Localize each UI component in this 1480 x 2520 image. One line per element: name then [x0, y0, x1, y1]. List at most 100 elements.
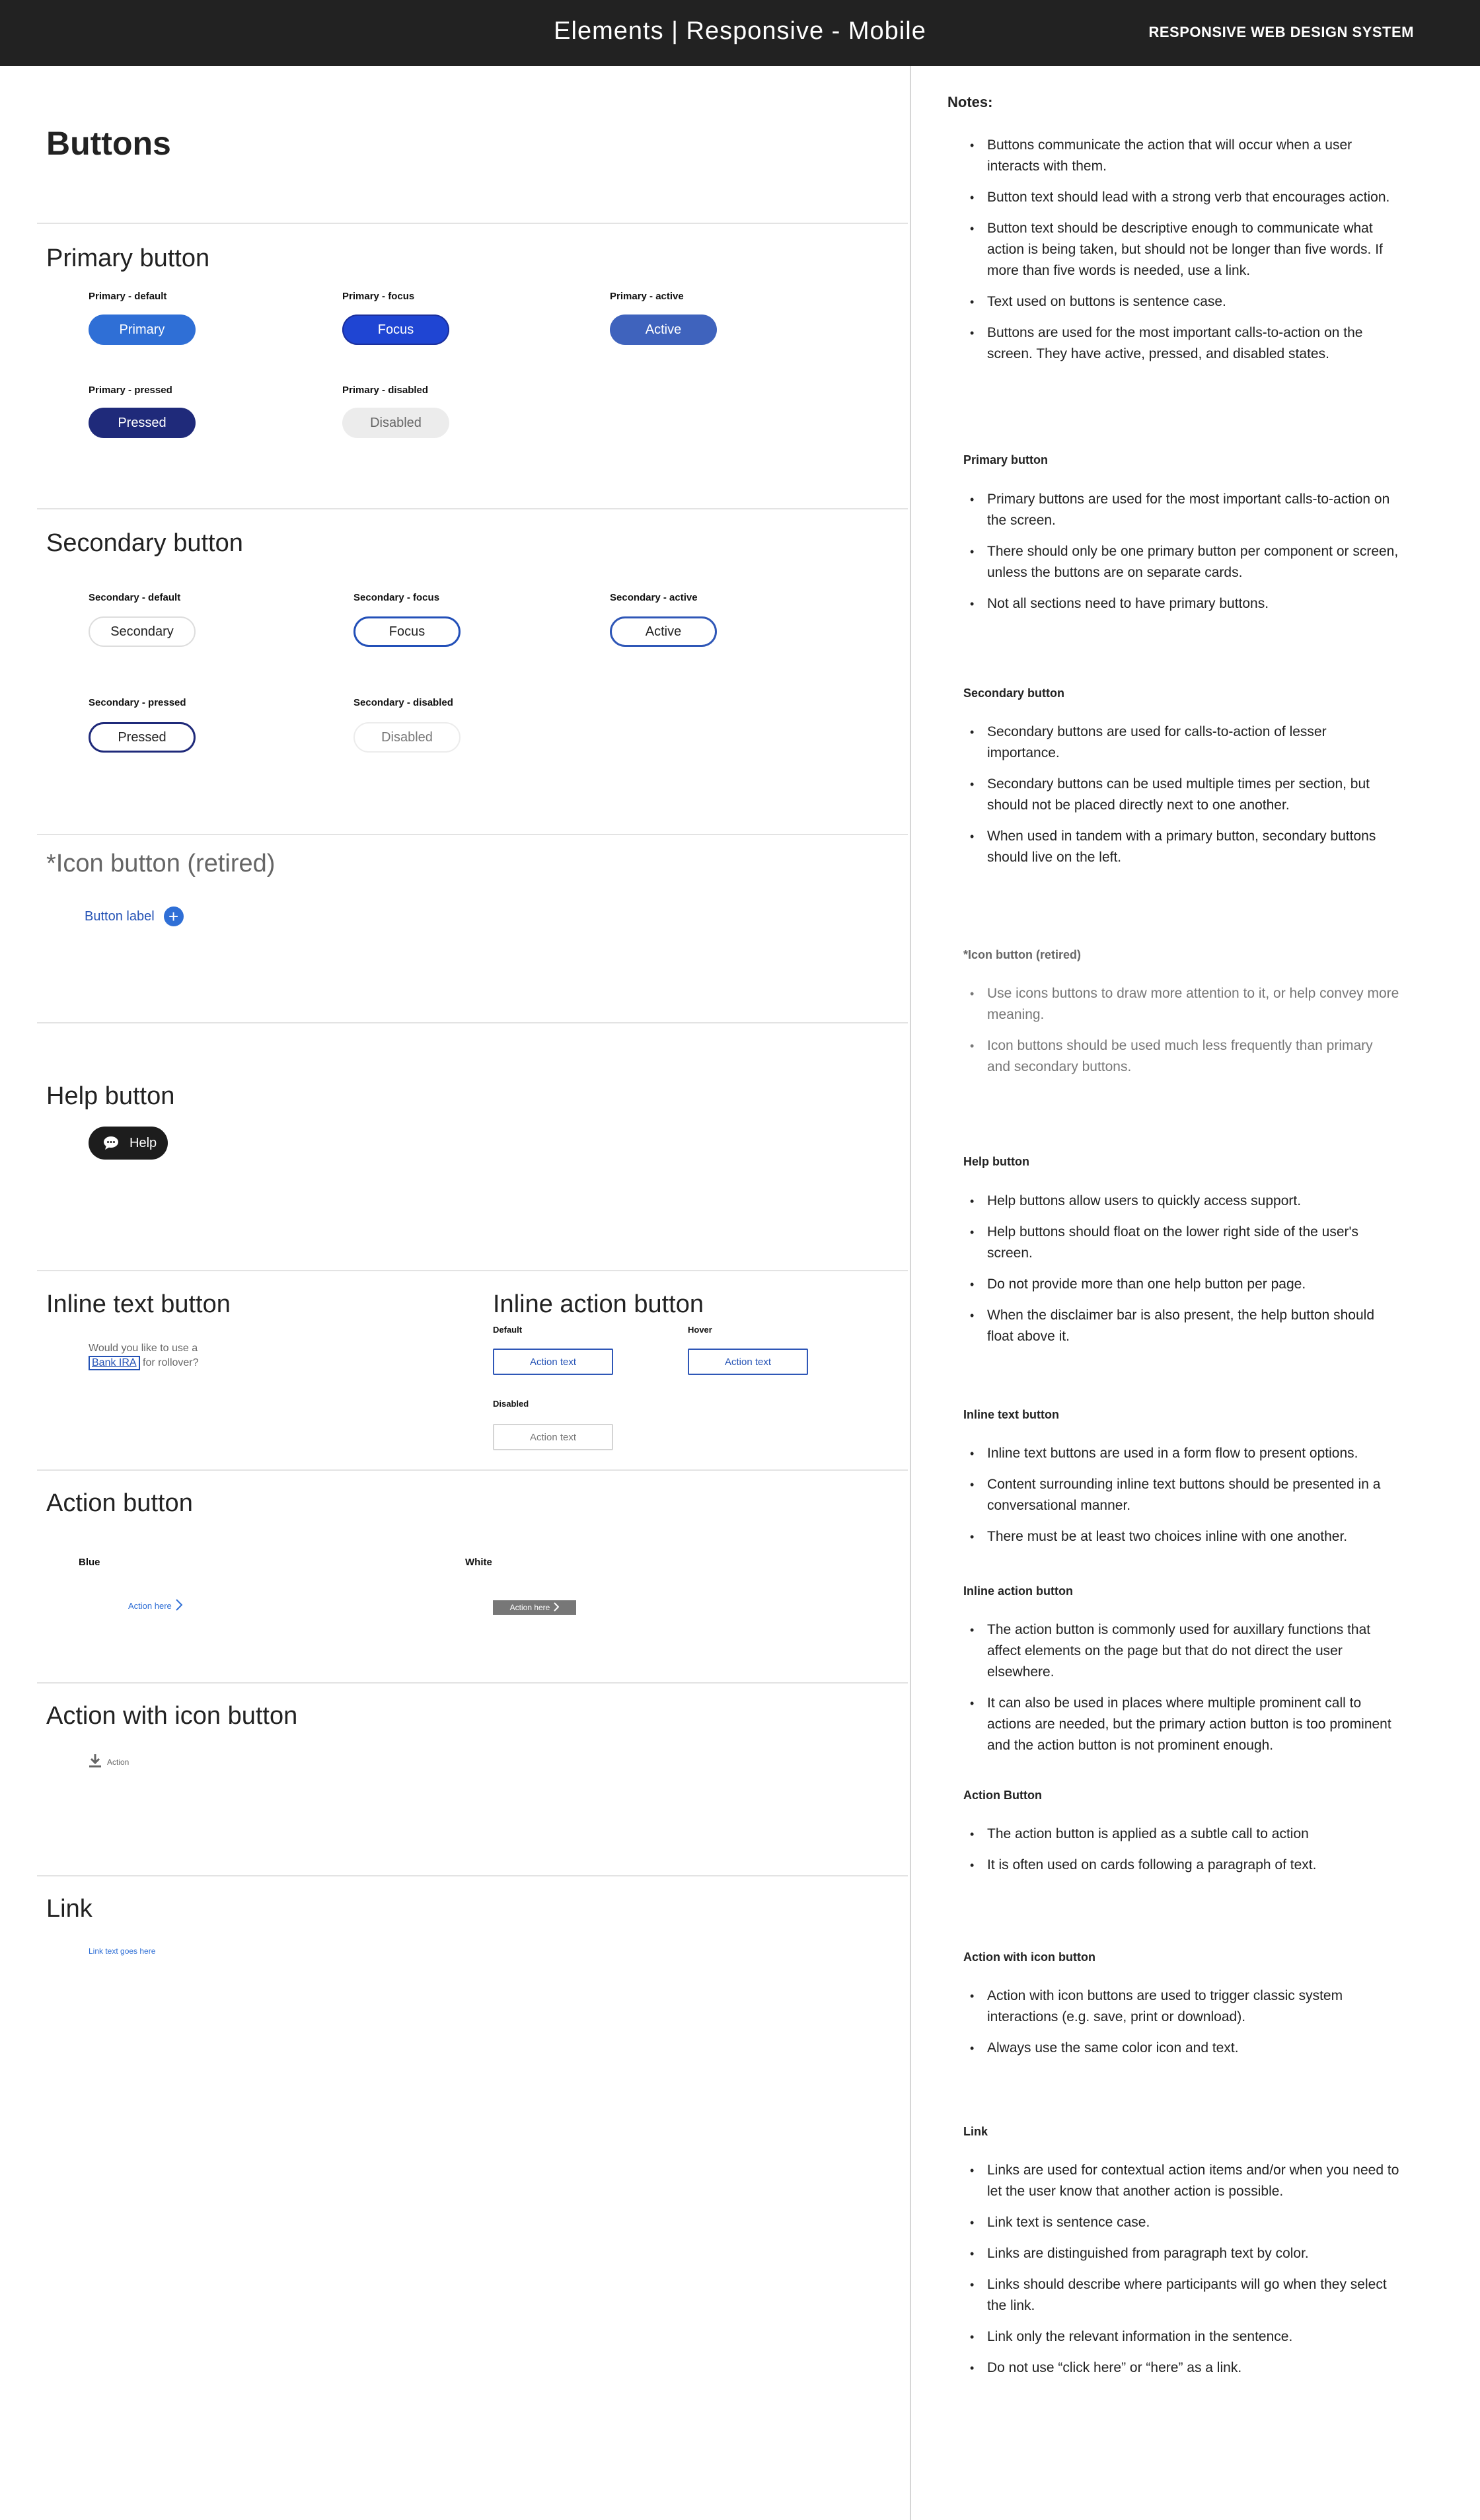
primary-focus-button[interactable]: Focus — [342, 315, 449, 345]
notes-action-icon-title: Action with icon button — [963, 1950, 1095, 1964]
notes-secondary-list: Secondary buttons are used for calls-to-… — [963, 722, 1399, 878]
action-with-icon-label: Action — [107, 1757, 130, 1767]
notes-inline-text-title: Inline text button — [963, 1408, 1059, 1421]
list-item: Link only the relevant information in th… — [963, 2326, 1399, 2348]
section-divider — [37, 834, 908, 835]
section-divider — [37, 1022, 908, 1023]
list-item: Do not provide more than one help button… — [963, 1274, 1399, 1295]
notes-link-list: Links are used for contextual action ite… — [963, 2160, 1399, 2389]
inline-text-example: Would you like to use a Bank IRA for rol… — [89, 1341, 260, 1370]
chevron-right-icon — [176, 1599, 183, 1613]
inline-text-option-button[interactable]: Bank IRA — [89, 1356, 140, 1370]
link-section-title: Link — [46, 1895, 92, 1923]
primary-active-button[interactable]: Active — [610, 315, 717, 345]
header-brand: RESPONSIVE WEB DESIGN SYSTEM — [1148, 24, 1414, 40]
help-button-label: Help — [130, 1135, 157, 1150]
link-example[interactable]: Link text goes here — [89, 1946, 155, 1956]
list-item: Buttons communicate the action that will… — [963, 135, 1399, 177]
secondary-focus-label: Secondary - focus — [353, 592, 440, 603]
list-item: Links are distinguished from paragraph t… — [963, 2243, 1399, 2264]
secondary-active-label: Secondary - active — [610, 592, 698, 603]
download-icon — [89, 1754, 102, 1770]
plus-circle-icon: + — [163, 907, 184, 926]
chat-bubble-icon — [102, 1134, 120, 1152]
secondary-disabled-button: Disabled — [353, 722, 461, 753]
list-item: Use icons buttons to draw more attention… — [963, 983, 1399, 1025]
list-item: Secondary buttons are used for calls-to-… — [963, 722, 1399, 764]
notes-secondary-title: Secondary button — [963, 686, 1065, 700]
inline-action-default-label: Default — [493, 1325, 523, 1335]
list-item: When used in tandem with a primary butto… — [963, 826, 1399, 868]
list-item: Help buttons allow users to quickly acce… — [963, 1191, 1399, 1212]
primary-section-title: Primary button — [46, 244, 210, 272]
white-action-label: Action here — [509, 1603, 550, 1612]
help-button[interactable]: Help — [89, 1127, 168, 1160]
secondary-section-title: Secondary button — [46, 529, 243, 557]
secondary-default-label: Secondary - default — [89, 592, 181, 603]
list-item: Primary buttons are used for the most im… — [963, 489, 1399, 531]
secondary-default-button[interactable]: Secondary — [89, 616, 196, 647]
list-item: It can also be used in places where mult… — [963, 1693, 1399, 1756]
notes-action-icon-list: Action with icon buttons are used to tri… — [963, 1985, 1399, 2069]
blue-action-button[interactable]: Action here — [128, 1599, 183, 1613]
section-divider — [37, 508, 908, 509]
list-item: Buttons are used for the most important … — [963, 322, 1399, 365]
action-with-icon-button[interactable]: Action — [89, 1754, 129, 1770]
list-item: Links are used for contextual action ite… — [963, 2160, 1399, 2202]
inline-action-disabled-label: Disabled — [493, 1399, 529, 1409]
chevron-right-icon — [554, 1602, 560, 1613]
action-blue-label: Blue — [79, 1557, 100, 1568]
section-divider — [37, 1270, 908, 1271]
primary-disabled-label: Primary - disabled — [342, 385, 429, 396]
notes-general-list: Buttons communicate the action that will… — [963, 135, 1399, 375]
inline-text-line1: Would you like to use a — [89, 1343, 198, 1354]
list-item: Inline text buttons are used in a form f… — [963, 1443, 1399, 1464]
help-section-title: Help button — [46, 1082, 175, 1110]
column-divider — [910, 66, 911, 2520]
primary-disabled-button: Disabled — [342, 408, 449, 438]
secondary-pressed-button[interactable]: Pressed — [89, 722, 196, 753]
primary-default-button[interactable]: Primary — [89, 315, 196, 345]
white-action-button[interactable]: Action here — [493, 1600, 576, 1615]
secondary-active-button[interactable]: Active — [610, 616, 717, 647]
primary-default-label: Primary - default — [89, 291, 167, 302]
list-item: Button text should lead with a strong ve… — [963, 187, 1399, 208]
inline-action-disabled-button: Action text — [493, 1424, 613, 1450]
list-item: Always use the same color icon and text. — [963, 2038, 1399, 2059]
inline-action-hover-label: Hover — [688, 1325, 712, 1335]
list-item: Action with icon buttons are used to tri… — [963, 1985, 1399, 2028]
list-item: It is often used on cards following a pa… — [963, 1855, 1399, 1876]
list-item: Not all sections need to have primary bu… — [963, 593, 1399, 614]
section-divider — [37, 223, 908, 224]
notes-primary-title: Primary button — [963, 453, 1049, 466]
list-item: There must be at least two choices inlin… — [963, 1526, 1399, 1547]
notes-help-title: Help button — [963, 1155, 1029, 1168]
secondary-focus-button[interactable]: Focus — [353, 616, 461, 647]
primary-focus-label: Primary - focus — [342, 291, 415, 302]
notes-action-list: The action button is applied as a subtle… — [963, 1824, 1399, 1886]
icon-button[interactable]: Button label + — [85, 907, 184, 926]
notes-icon-list: Use icons buttons to draw more attention… — [963, 983, 1399, 1088]
inline-text-line2: Bank IRA for rollover? — [89, 1356, 260, 1370]
inline-text-section-title: Inline text button — [46, 1290, 231, 1318]
list-item: Button text should be descriptive enough… — [963, 218, 1399, 281]
blue-action-label: Action here — [128, 1601, 172, 1611]
primary-pressed-button[interactable]: Pressed — [89, 408, 196, 438]
notes-inline-action-title: Inline action button — [963, 1584, 1073, 1598]
secondary-disabled-label: Secondary - disabled — [353, 697, 453, 708]
list-item: Text used on buttons is sentence case. — [963, 291, 1399, 313]
icon-button-section-title: *Icon button (retired) — [46, 850, 276, 877]
inline-action-hover-button[interactable]: Action text — [688, 1349, 808, 1375]
inline-action-default-button[interactable]: Action text — [493, 1349, 613, 1375]
notes-inline-action-list: The action button is commonly used for a… — [963, 1619, 1399, 1766]
action-icon-section-title: Action with icon button — [46, 1702, 298, 1730]
notes-icon-title: *Icon button (retired) — [963, 948, 1081, 961]
notes-link-title: Link — [963, 2125, 988, 2138]
notes-help-list: Help buttons allow users to quickly acce… — [963, 1191, 1399, 1357]
section-divider — [37, 1469, 908, 1471]
notes-inline-text-list: Inline text buttons are used in a form f… — [963, 1443, 1399, 1557]
notes-action-title: Action Button — [963, 1789, 1042, 1802]
secondary-pressed-label: Secondary - pressed — [89, 697, 186, 708]
list-item: Icon buttons should be used much less fr… — [963, 1035, 1399, 1078]
inline-action-section-title: Inline action button — [493, 1290, 704, 1318]
